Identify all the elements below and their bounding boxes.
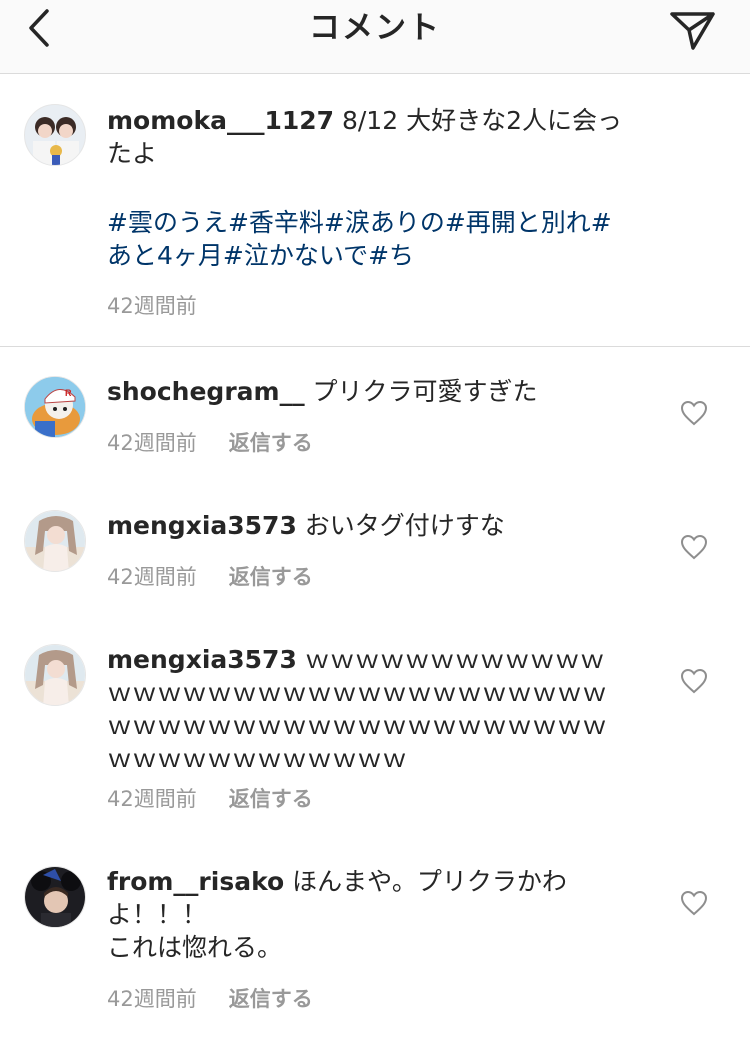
top-nav-bar: コメント (0, 0, 750, 74)
reply-button[interactable]: 返信する (229, 987, 313, 1011)
username[interactable]: mengxia3573 (107, 645, 297, 674)
heart-icon[interactable] (680, 668, 708, 694)
timestamp-text: 42週間前 (107, 294, 197, 318)
svg-text:R: R (65, 388, 72, 398)
username[interactable]: shochegram__ (107, 377, 305, 406)
comment-text: from__risako ほんまや。プリクラかわよ！！！ これは惚れる。 (107, 865, 577, 964)
comment-meta: 42週間前 返信する (107, 561, 313, 591)
comment-body: プリクラ可愛すぎた (304, 377, 538, 406)
comment-text: shochegram__ プリクラ可愛すぎた (107, 375, 627, 408)
avatar-photo (25, 105, 85, 165)
avatar[interactable] (24, 866, 86, 928)
caption-section: momoka___1127 8/12 大好きな2人に会ったよ #雲のうえ#香辛料… (0, 74, 750, 347)
username[interactable]: momoka___1127 (107, 106, 334, 135)
caption-text: momoka___1127 8/12 大好きな2人に会ったよ (107, 104, 627, 170)
timestamp-text: 42週間前 (107, 431, 197, 455)
username[interactable]: mengxia3573 (107, 511, 297, 540)
avatar-photo (25, 867, 85, 927)
heart-icon[interactable] (680, 890, 708, 916)
timestamp-text: 42週間前 (107, 787, 197, 811)
comment-text: mengxia3573 おいタグ付けすな (107, 509, 627, 542)
hashtags-line-2[interactable]: あと4ヶ月#泣かないで#ち (107, 239, 627, 272)
send-button[interactable] (666, 6, 720, 52)
avatar[interactable] (24, 104, 86, 166)
timestamp-text: 42週間前 (107, 987, 197, 1011)
post-timestamp: 42週間前 (107, 290, 197, 320)
heart-icon[interactable] (680, 400, 708, 426)
reply-button[interactable]: 返信する (229, 431, 313, 455)
comment-meta: 42週間前 返信する (107, 427, 313, 457)
username[interactable]: from__risako (107, 867, 284, 896)
avatar-photo: R (25, 377, 85, 437)
comment-text: mengxia3573 ｗｗｗｗｗｗｗｗｗｗｗｗｗｗｗｗｗｗｗｗｗｗｗｗｗｗｗｗ… (107, 643, 627, 775)
hashtags-line-1[interactable]: #雲のうえ#香辛料#涙ありの#再開と別れ# (107, 206, 627, 239)
hashtag-list[interactable]: #雲のうえ#香辛料#涙ありの#再開と別れ# あと4ヶ月#泣かないで#ち (107, 206, 627, 272)
paper-plane-icon (670, 12, 715, 50)
heart-icon[interactable] (680, 534, 708, 560)
reply-button[interactable]: 返信する (229, 787, 313, 811)
comment-body: おいタグ付けすな (296, 511, 505, 540)
comment-meta: 42週間前 返信する (107, 983, 313, 1013)
reply-button[interactable]: 返信する (229, 565, 313, 589)
page-title: コメント (309, 10, 441, 46)
avatar[interactable] (24, 510, 86, 572)
comment-body-line-2: これは惚れる。 (107, 933, 283, 962)
avatar[interactable] (24, 644, 86, 706)
avatar[interactable]: R (24, 376, 86, 438)
avatar-photo (25, 645, 85, 705)
avatar-photo (25, 511, 85, 571)
comment-meta: 42週間前 返信する (107, 783, 313, 813)
timestamp-text: 42週間前 (107, 565, 197, 589)
